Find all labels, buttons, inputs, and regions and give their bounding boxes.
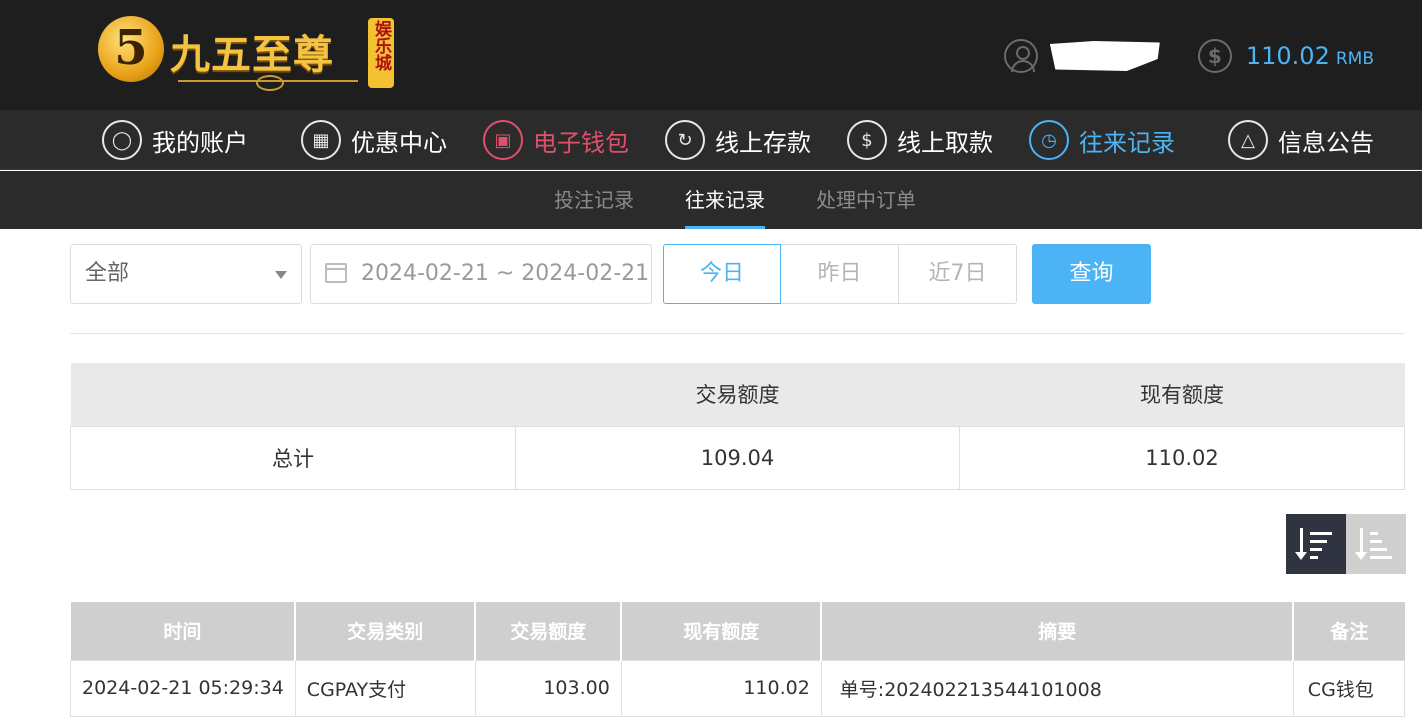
cell-remark: CG钱包 xyxy=(1292,659,1406,717)
column-header[interactable]: 时间 xyxy=(70,602,297,660)
sub-nav: 投注记录 往来记录 处理中订单 xyxy=(0,171,1422,229)
nav-label: 往来记录 xyxy=(1079,128,1175,157)
records-icon: ◷ xyxy=(1029,120,1069,160)
cell-balance: 110.02 xyxy=(620,659,822,717)
summary-header: 交易额度 xyxy=(515,363,960,426)
summary-cell: 109.04 xyxy=(515,425,960,490)
nav-label: 电子钱包 xyxy=(533,128,629,157)
summary-row: 总计 109.04 110.02 xyxy=(70,425,1405,490)
tab-transaction-records[interactable]: 往来记录 xyxy=(685,171,765,229)
user-icon[interactable] xyxy=(1003,39,1038,73)
sort-desc-icon xyxy=(1295,526,1336,562)
nav-promotions[interactable]: ▦ 优惠中心 xyxy=(301,110,447,170)
column-header[interactable]: 备注 xyxy=(1293,602,1405,660)
username-masked xyxy=(1049,41,1160,71)
sort-asc-icon xyxy=(1355,526,1396,562)
gift-icon: ▦ xyxy=(301,120,341,160)
nav-announcements[interactable]: △ 信息公告 xyxy=(1228,110,1374,170)
summary-header xyxy=(70,363,516,426)
calendar-icon xyxy=(325,263,347,283)
user-area: $ 110.02 RMB xyxy=(1003,36,1374,76)
nav-label: 线上存款 xyxy=(715,128,811,157)
tab-pending-orders[interactable]: 处理中订单 xyxy=(816,171,916,229)
logo-badge: 5 xyxy=(98,16,164,82)
nav-label: 我的账户 xyxy=(152,128,248,157)
brand-tag-text: 娱乐城 xyxy=(371,20,391,71)
type-select-value: 全部 xyxy=(85,261,130,286)
wallet-icon: ▣ xyxy=(483,120,523,160)
column-header[interactable]: 摘要 xyxy=(821,602,1295,660)
main-nav: ◯ 我的账户 ▦ 优惠中心 ▣ 电子钱包 ↻ 线上存款 $ 线上取款 ◷ 往来记… xyxy=(0,110,1422,170)
type-select[interactable]: 全部 xyxy=(70,244,302,304)
cell-type: CGPAY支付 xyxy=(294,659,476,717)
column-header[interactable]: 交易额度 xyxy=(475,602,623,660)
cell-time: 2024-02-21 05:29:34 xyxy=(70,659,296,717)
summary-header-row: 交易额度 现有额度 xyxy=(70,363,1405,426)
tab-bet-records[interactable]: 投注记录 xyxy=(554,171,634,229)
column-header[interactable]: 交易类别 xyxy=(295,602,477,660)
withdraw-icon: $ xyxy=(847,120,887,160)
balance-amount: 110.02 xyxy=(1245,42,1330,70)
brand-tag: 娱乐城 xyxy=(368,18,394,88)
nav-online-deposit[interactable]: ↻ 线上存款 xyxy=(665,110,811,170)
logo-flourish xyxy=(178,75,358,92)
cell-amount: 103.00 xyxy=(474,659,622,717)
date-range-input[interactable]: 2024-02-21 ~ 2024-02-21 xyxy=(310,244,652,304)
nav-label: 信息公告 xyxy=(1278,128,1374,157)
dollar-icon: $ xyxy=(1197,39,1232,73)
summary-header: 现有额度 xyxy=(959,363,1405,426)
brand-name: 九五至尊 xyxy=(170,31,334,78)
nav-label: 线上取款 xyxy=(897,128,993,157)
nav-label: 优惠中心 xyxy=(351,128,447,157)
chevron-down-icon xyxy=(275,271,287,279)
nav-my-account[interactable]: ◯ 我的账户 xyxy=(102,110,248,170)
sort-asc-button[interactable] xyxy=(1346,514,1406,574)
divider xyxy=(70,333,1405,334)
query-button[interactable]: 查询 xyxy=(1032,244,1151,304)
table-row[interactable]: 2024-02-21 05:29:34 CGPAY支付 103.00 110.0… xyxy=(70,659,1406,717)
top-header: 5 九五至尊 娱乐城 $ 110.02 RMB xyxy=(0,0,1422,110)
brand-logo[interactable]: 5 九五至尊 娱乐城 xyxy=(98,14,398,96)
summary-cell: 110.02 xyxy=(959,425,1405,490)
quick-today-button[interactable]: 今日 xyxy=(663,244,781,304)
nav-online-withdraw[interactable]: $ 线上取款 xyxy=(847,110,993,170)
summary-cell: 总计 xyxy=(70,425,516,490)
summary-table: 交易额度 现有额度 总计 109.04 110.02 xyxy=(70,363,1405,490)
user-icon: ◯ xyxy=(102,120,142,160)
records-table: 时间 交易类别 交易额度 现有额度 摘要 备注 2024-02-21 05:29… xyxy=(70,602,1406,717)
cell-summary: 单号:20240221354410100​8 xyxy=(820,659,1294,717)
sort-desc-button[interactable] xyxy=(1286,514,1346,574)
bell-icon: △ xyxy=(1228,120,1268,160)
deposit-icon: ↻ xyxy=(665,120,705,160)
balance-currency: RMB xyxy=(1335,49,1374,69)
nav-e-wallet[interactable]: ▣ 电子钱包 xyxy=(483,110,629,170)
nav-transaction-records[interactable]: ◷ 往来记录 xyxy=(1029,110,1175,170)
records-header-row: 时间 交易类别 交易额度 现有额度 摘要 备注 xyxy=(70,602,1405,660)
date-range-value: 2024-02-21 ~ 2024-02-21 xyxy=(361,261,650,286)
column-header[interactable]: 现有额度 xyxy=(621,602,823,660)
quick-7days-button[interactable]: 近7日 xyxy=(899,244,1017,304)
quick-yesterday-button[interactable]: 昨日 xyxy=(781,244,899,304)
